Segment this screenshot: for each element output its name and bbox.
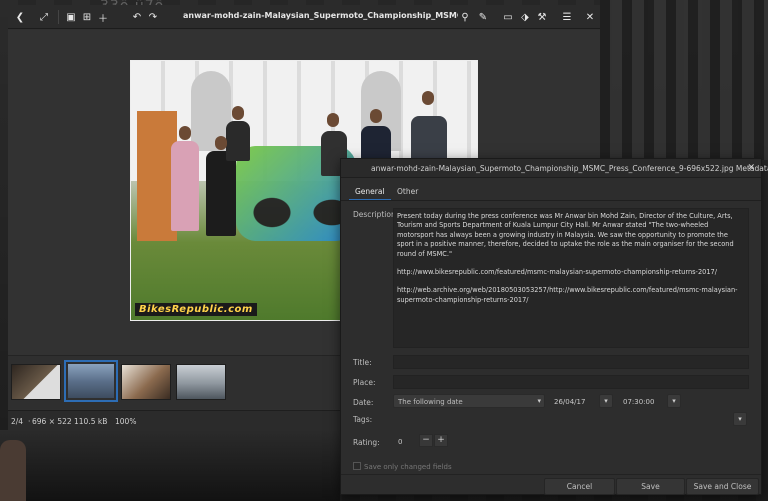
chevron-down-icon: ▾: [537, 397, 541, 405]
thumbnail-image: [12, 365, 60, 399]
general-panel: Description: Present today during the pr…: [341, 201, 761, 469]
thumbnail-3[interactable]: [121, 364, 171, 400]
tab-other[interactable]: Other: [391, 183, 424, 201]
save-only-changed-option[interactable]: Save only changed fields: [353, 462, 452, 471]
tag-icon[interactable]: ⬗: [517, 9, 533, 25]
background-person: [0, 440, 26, 501]
photo-head: [327, 113, 339, 127]
comment-icon[interactable]: ▭: [500, 9, 516, 25]
photo-person: [171, 141, 199, 231]
toolbar-separator: [58, 10, 59, 24]
description-archive-url: http://web.archive.org/web/2018050305325…: [397, 286, 738, 304]
rating-increase-button[interactable]: +: [434, 434, 448, 447]
menu-icon[interactable]: ☰: [559, 9, 575, 25]
place-label: Place:: [353, 378, 376, 387]
rating-decrease-button[interactable]: −: [419, 434, 433, 447]
zoom-level: 100%: [115, 417, 137, 426]
thumbnail-1[interactable]: [11, 364, 61, 400]
photo-head: [232, 106, 244, 120]
viewer-title: anwar-mohd-zain-Malaysian_Supermoto_Cham…: [183, 11, 458, 20]
save-only-changed-label: Save only changed fields: [364, 463, 452, 471]
photo-person: [226, 121, 250, 161]
single-view-icon[interactable]: ▣: [63, 9, 79, 25]
status-separator: ·: [69, 417, 72, 426]
date-dropdown-button[interactable]: ▾: [599, 394, 613, 408]
photo-watermark: BikesRepublic.com: [135, 303, 257, 316]
close-icon[interactable]: ✕: [582, 9, 598, 25]
tags-label: Tags:: [353, 415, 373, 424]
photo-head: [370, 109, 382, 123]
photo-head: [422, 91, 434, 105]
viewer-headerbar: ❮ ⤢ ▣ ⊞ ＋ ↶ ↷ anwar-mohd-zain-Malaysian_…: [8, 5, 600, 29]
fullscreen-icon[interactable]: ⤢: [36, 9, 52, 25]
file-size: 110.5 kB: [74, 417, 108, 426]
photo-head: [215, 136, 227, 150]
description-paragraph: Present today during the press conferenc…: [397, 212, 734, 258]
image-dimensions: 696 × 522: [32, 417, 72, 426]
thumbnail-2-selected[interactable]: [64, 360, 118, 402]
description-url: http://www.bikesrepublic.com/featured/ms…: [397, 268, 717, 277]
time-dropdown-button[interactable]: ▾: [667, 394, 681, 408]
background-floor: [0, 430, 340, 501]
save-only-changed-checkbox[interactable]: [353, 462, 361, 470]
status-separator: ·: [28, 417, 31, 426]
time-field[interactable]: 07:30:00: [618, 394, 666, 408]
date-mode-value: The following date: [398, 398, 463, 406]
dialog-button-row: Cancel Save Save and Close: [341, 474, 761, 496]
photo-head: [179, 126, 191, 140]
rotate-left-icon[interactable]: ↶: [129, 9, 145, 25]
description-label: Description:: [353, 210, 399, 219]
date-field[interactable]: 26/04/17: [549, 394, 599, 408]
tags-dropdown-button[interactable]: ▾: [733, 412, 747, 426]
dialog-title: anwar-mohd-zain-Malaysian_Supermoto_Cham…: [371, 164, 768, 173]
thumbnail-image: [122, 365, 170, 399]
metadata-dialog: anwar-mohd-zain-Malaysian_Supermoto_Cham…: [340, 158, 768, 496]
description-field[interactable]: Present today during the press conferenc…: [393, 208, 749, 348]
grid-view-icon[interactable]: ⊞: [79, 9, 95, 25]
tags-field[interactable]: [393, 412, 733, 426]
location-icon[interactable]: ⚲: [457, 9, 473, 25]
thumbnail-image: [177, 365, 225, 399]
save-button[interactable]: Save: [616, 478, 685, 495]
add-icon[interactable]: ＋: [95, 9, 111, 25]
date-mode-select[interactable]: The following date ▾: [393, 394, 545, 408]
rating-label: Rating:: [353, 438, 380, 447]
save-and-close-button[interactable]: Save and Close: [686, 478, 759, 495]
edit-icon[interactable]: ✎: [475, 9, 491, 25]
dialog-titlebar: anwar-mohd-zain-Malaysian_Supermoto_Cham…: [341, 159, 768, 178]
cancel-button[interactable]: Cancel: [544, 478, 615, 495]
dialog-close-icon[interactable]: ✕: [747, 163, 755, 173]
date-label: Date:: [353, 398, 374, 407]
image-position: 2/4: [11, 417, 24, 426]
title-field[interactable]: [393, 355, 749, 369]
tab-general[interactable]: General: [349, 183, 391, 201]
thumbnail-4[interactable]: [176, 364, 226, 400]
rotate-right-icon[interactable]: ↷: [145, 9, 161, 25]
place-field[interactable]: [393, 375, 749, 389]
rating-value[interactable]: 0: [393, 434, 417, 448]
photo-person: [206, 151, 236, 236]
thumbnail-image: [68, 364, 114, 398]
background-building: [600, 0, 768, 160]
title-label: Title:: [353, 358, 372, 367]
back-icon[interactable]: ❮: [12, 9, 28, 25]
tools-icon[interactable]: ⚒: [534, 9, 550, 25]
